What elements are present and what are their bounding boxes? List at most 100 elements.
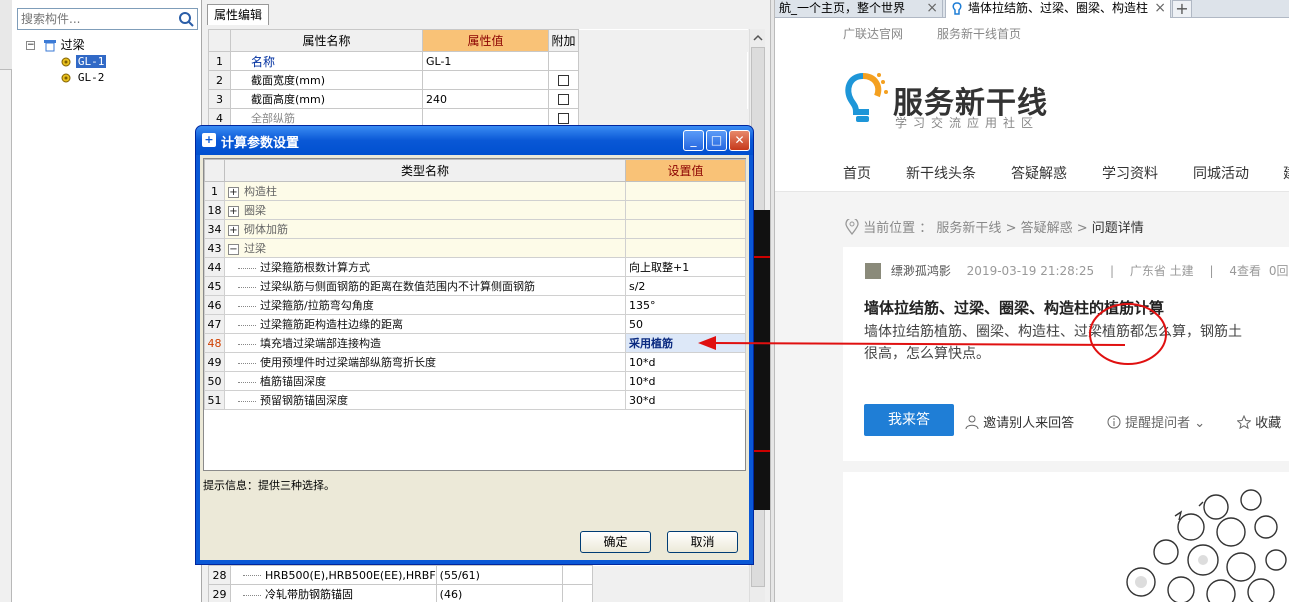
group-row-structural-column[interactable]: 1 + 构造柱 — [204, 181, 746, 201]
property-extra-header: 附加 — [548, 29, 579, 52]
breadcrumb-link[interactable]: 答疑解惑 — [1021, 221, 1073, 236]
component-search[interactable] — [17, 8, 198, 30]
page-icon — [952, 2, 962, 15]
table-row-selected[interactable]: 48 填充墙过梁端部连接构造 采用植筋 — [204, 333, 746, 353]
table-row[interactable]: 50 植筋锚固深度 10*d — [204, 371, 746, 391]
breadcrumb-current: 问题详情 — [1091, 221, 1144, 236]
table-row[interactable]: 28 HRB500(E),HRB500E(EE),HRBF (55/61) — [208, 565, 748, 585]
setting-value-cell[interactable]: s/2 — [625, 276, 746, 296]
hint-message: 提示信息：提供三种选择。 — [203, 479, 335, 492]
tree-item-gl2[interactable]: GL-2 — [60, 69, 106, 85]
setting-value-cell[interactable]: 采用植筋 — [625, 333, 746, 353]
setting-value-cell[interactable]: 向上取整+1 — [625, 257, 746, 277]
row-number-header — [208, 29, 231, 52]
table-row[interactable]: 44 过梁箍筋根数计算方式 向上取整+1 — [204, 257, 746, 277]
property-name-header: 属性名称 — [230, 29, 423, 52]
setting-value-cell[interactable]: 30*d — [625, 390, 746, 410]
component-search-input[interactable] — [18, 9, 173, 29]
location-pin-icon — [845, 217, 859, 236]
nav-local-events[interactable]: 同城活动 — [1193, 163, 1249, 183]
property-value-cell[interactable]: (55/61) — [435, 565, 563, 585]
setting-value-cell[interactable]: 10*d — [625, 352, 746, 372]
nav-home[interactable]: 首页 — [843, 163, 871, 183]
site-logo-subtitle: 学习交流应用社区 — [895, 116, 1040, 130]
expand-icon[interactable]: + — [228, 224, 239, 236]
setting-value-cell[interactable]: 135° — [625, 295, 746, 315]
expand-icon[interactable]: + — [228, 186, 239, 198]
plus-app-icon: + — [202, 133, 216, 147]
table-row[interactable]: 3 截面高度(mm) 240 — [208, 89, 748, 109]
property-value-cell[interactable] — [422, 70, 549, 90]
star-icon — [1236, 414, 1252, 430]
question-meta: 缥渺孤鸿影 2019-03-19 21:28:25 | 广东省 土建 | 4查看… — [865, 262, 1289, 279]
gear-icon — [61, 57, 71, 66]
collect-button[interactable]: 收藏 — [1236, 412, 1281, 431]
tree-item-gl1[interactable]: GL-1 — [60, 53, 107, 69]
link-glodon-site[interactable]: 广联达官网 — [843, 25, 903, 42]
nav-qa[interactable]: 答疑解惑 — [1011, 163, 1067, 183]
gear-icon — [61, 73, 71, 82]
site-header: 服务新干线 学习交流应用社区 首页 新干线头条 答疑解惑 学习资料 同城活动 建 — [775, 48, 1289, 192]
table-row[interactable]: 45 过梁纵筋与侧面钢筋的距离在数值范围内不计算侧面钢筋 s/2 — [204, 276, 746, 296]
table-row[interactable]: 29 冷轧带肋钢筋锚固 (46) — [208, 584, 748, 602]
nav-headlines[interactable]: 新干线头条 — [906, 163, 976, 183]
user-icon — [965, 415, 979, 430]
property-value-cell[interactable]: 240 — [422, 89, 549, 109]
nav-more[interactable]: 建 — [1283, 163, 1289, 183]
dialog-body: 类型名称 设置值 1 + 构造柱 18 + 圈梁 34 + 砌体加筋 43 − … — [200, 155, 749, 560]
link-service-home[interactable]: 服务新干线首页 — [937, 25, 1021, 42]
row-number-header — [204, 159, 225, 182]
property-value-cell[interactable]: (46) — [435, 584, 563, 602]
setting-value-cell[interactable]: 10*d — [625, 371, 746, 391]
search-icon[interactable] — [178, 11, 195, 28]
breadcrumb-link[interactable]: 服务新干线 — [936, 221, 1001, 236]
nav-materials[interactable]: 学习资料 — [1102, 163, 1158, 183]
table-row[interactable]: 46 过梁箍筋/拉筋弯勾角度 135° — [204, 295, 746, 315]
table-row[interactable]: 51 预留钢筋锚固深度 30*d — [204, 390, 746, 410]
cancel-button[interactable]: 取消 — [667, 531, 738, 553]
group-row-ring-beam[interactable]: 18 + 圈梁 — [204, 200, 746, 220]
dialog-titlebar[interactable]: + 计算参数设置 _ □ ✕ — [196, 126, 753, 155]
group-row-masonry-rebar[interactable]: 34 + 砌体加筋 — [204, 219, 746, 239]
maximize-button[interactable]: □ — [706, 130, 727, 151]
browser-tab-2[interactable]: 墙体拉结筋、过梁、圈梁、构造柱 × — [945, 0, 1171, 18]
setting-value-cell[interactable]: 50 — [625, 314, 746, 334]
scroll-up-icon[interactable] — [751, 31, 765, 45]
tab-property-edit[interactable]: 属性编辑 — [207, 4, 269, 25]
table-row[interactable]: 1 名称 GL-1 — [208, 51, 748, 71]
table-row[interactable]: 49 使用预埋件时过梁端部纵筋弯折长度 10*d — [204, 352, 746, 372]
minimize-button[interactable]: _ — [683, 130, 704, 151]
collapse-icon[interactable]: − — [228, 243, 239, 255]
chevron-down-icon: ⌄ — [1194, 416, 1206, 431]
group-row-lintel[interactable]: 43 − 过梁 — [204, 238, 746, 258]
table-row[interactable]: 47 过梁箍筋距构造柱边缘的距离 50 — [204, 314, 746, 334]
avatar[interactable] — [865, 263, 881, 279]
answer-button[interactable]: 我来答 — [864, 404, 954, 436]
close-icon[interactable]: × — [1154, 0, 1166, 17]
left-panel-edge — [0, 0, 12, 602]
new-tab-button[interactable]: + — [1172, 0, 1192, 18]
question-body: 墙体拉结筋植筋、圈梁、构造柱、过梁植筋都怎么算，钢筋土 很高，怎么算快点。 — [864, 324, 1242, 362]
tree-root-lintel[interactable]: − 过梁 — [26, 37, 85, 53]
ok-button[interactable]: 确定 — [580, 531, 651, 553]
extra-checkbox[interactable] — [558, 113, 569, 124]
author-name[interactable]: 缥渺孤鸿影 — [891, 264, 951, 278]
close-button[interactable]: ✕ — [729, 130, 750, 151]
extra-checkbox[interactable] — [558, 75, 569, 86]
close-icon: ✕ — [734, 133, 745, 147]
browser-window: 航_一个主页，整个世界 × 墙体拉结筋、过梁、圈梁、构造柱 × + 广联达官网 … — [775, 0, 1289, 602]
tree-item-label: GL-2 — [77, 71, 105, 84]
info-icon — [1107, 415, 1121, 429]
expand-icon[interactable]: + — [228, 205, 239, 217]
table-row[interactable]: 2 截面宽度(mm) — [208, 70, 748, 90]
invite-answer-button[interactable]: 邀请别人来回答 — [965, 412, 1074, 431]
remind-asker-button[interactable]: 提醒提问者 ⌄ — [1107, 412, 1205, 431]
breadcrumb: 当前位置 ： 服务新干线 > 答疑解惑 > 问题详情 — [845, 217, 1144, 236]
property-value-cell[interactable]: GL-1 — [422, 51, 549, 71]
setting-value-header: 设置值 — [625, 159, 746, 182]
extra-checkbox[interactable] — [558, 94, 569, 105]
browser-tab-1[interactable]: 航_一个主页，整个世界 × — [775, 0, 943, 18]
close-icon[interactable]: × — [926, 0, 938, 17]
lightbulb-logo-icon[interactable] — [841, 72, 889, 132]
collapse-icon[interactable]: − — [26, 41, 35, 50]
